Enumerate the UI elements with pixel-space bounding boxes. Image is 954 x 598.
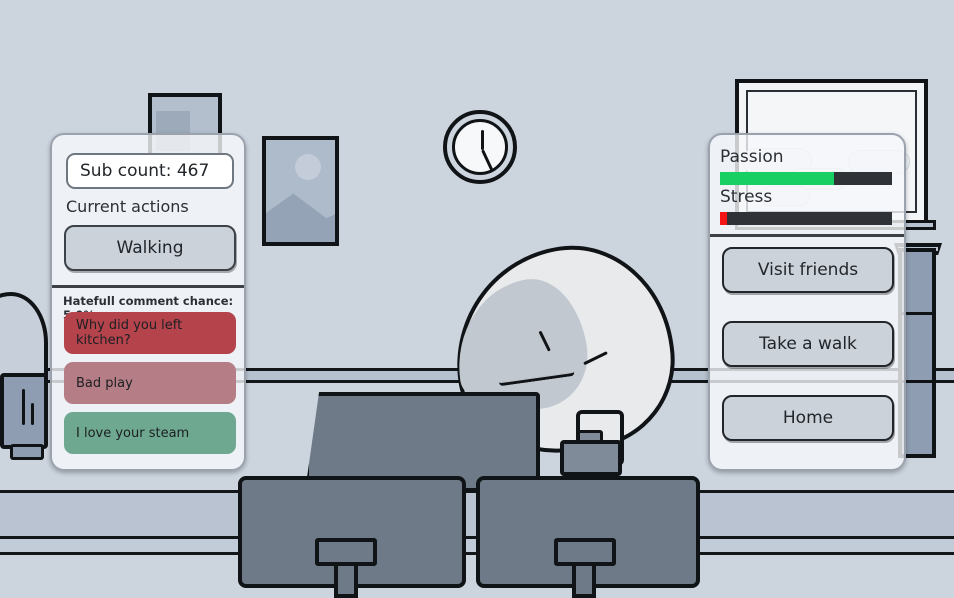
cabinet-shelf-1: [902, 312, 932, 315]
stat-bar-fill-passion: [720, 172, 834, 185]
picture-sun: [295, 154, 321, 180]
current-action-button[interactable]: Walking: [64, 225, 236, 271]
character-collar: [560, 440, 622, 476]
clock-minute-hand: [481, 149, 495, 173]
clock-face: [452, 119, 508, 175]
stat-label-stress: Stress: [720, 187, 773, 207]
comment-item: Bad play: [64, 362, 236, 404]
monitor-left-stand-neck: [334, 562, 358, 598]
potted-plant: [0, 373, 48, 449]
panel-divider: [52, 285, 244, 288]
plant-stalk-2: [31, 403, 34, 425]
action-button-home[interactable]: Home: [722, 395, 894, 441]
pot-base: [10, 444, 44, 460]
clock-hour-hand: [481, 130, 484, 150]
wall-clock: [443, 110, 517, 184]
plant-stalk-1: [22, 389, 25, 425]
action-button-take-a-walk[interactable]: Take a walk: [722, 321, 894, 367]
picture-mountains: [266, 193, 335, 242]
monitor-right-stand-neck: [572, 562, 596, 598]
streamer-stats-panel: Sub count: 467 Current actions Walking H…: [50, 133, 246, 471]
stat-label-passion: Passion: [720, 147, 784, 167]
plant-foliage: [0, 292, 48, 384]
stat-bar-stress: [720, 212, 892, 225]
comment-item: Why did you left kitchen?: [64, 312, 236, 354]
stat-bar-fill-stress: [720, 212, 727, 225]
action-button-visit-friends[interactable]: Visit friends: [722, 247, 894, 293]
sub-count-display: Sub count: 467: [66, 153, 234, 189]
comment-item: I love your steam: [64, 412, 236, 454]
game-screen: Sub count: 467 Current actions Walking H…: [0, 0, 954, 598]
stat-bar-passion: [720, 172, 892, 185]
right-panel-divider: [710, 234, 904, 237]
current-actions-title: Current actions: [66, 197, 189, 216]
framed-landscape-picture: [262, 136, 339, 246]
cabinet-shelf-2: [902, 380, 932, 383]
character-actions-panel: Passion Stress Visit friends Take a walk Ho…: [708, 133, 906, 471]
comment-list: Why did you left kitchen? Bad play I love …: [64, 312, 236, 462]
